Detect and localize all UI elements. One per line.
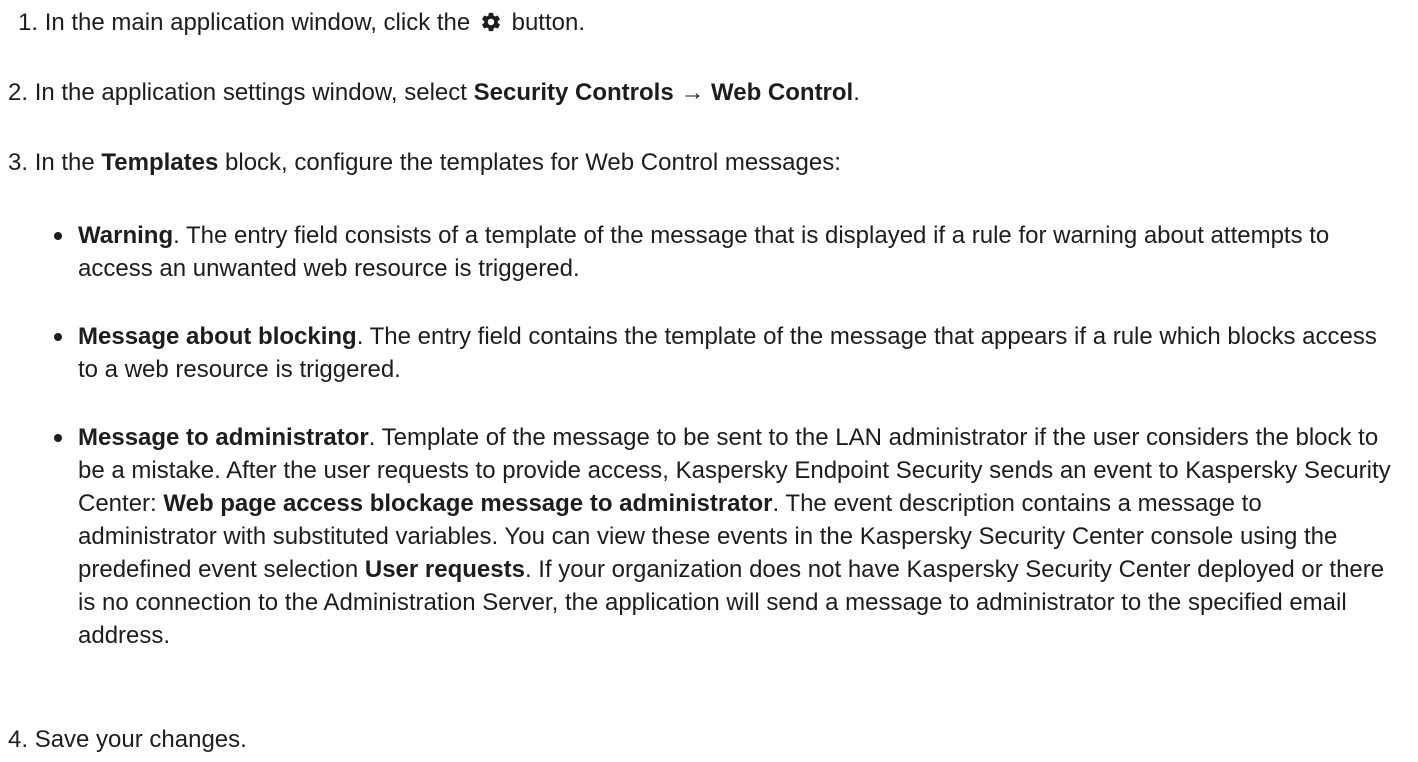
step-text: Save your changes.: [34, 726, 247, 753]
step-4: 4. Save your changes.: [8, 723, 247, 756]
step-text-after: .: [853, 79, 860, 106]
templates-block-name: Templates: [101, 149, 219, 176]
event-selection-name: User requests: [364, 556, 525, 583]
list-item-term: Message to administrator: [78, 424, 369, 451]
bullet-icon: [54, 333, 62, 341]
menu-path-web-control: Web Control: [711, 79, 854, 106]
bullet-icon: [54, 434, 62, 442]
list-item-message-to-administrator: Message to administrator. Template of th…: [54, 421, 1398, 652]
step-number: 3.: [8, 149, 29, 176]
instructions-document: 1. In the main application window, click…: [0, 0, 1418, 762]
step-text-after: block, configure the templates for Web C…: [225, 149, 841, 176]
arrow-separator: →: [680, 79, 705, 106]
step-3: 3. In the Templates block, configure the…: [8, 146, 841, 179]
step-number: 4.: [8, 726, 29, 753]
list-item-warning: Warning. The entry field consists of a t…: [54, 219, 1398, 285]
step-text-after: button.: [511, 9, 586, 36]
step-number: 2.: [8, 79, 29, 106]
step-1: 1. In the main application window, click…: [18, 6, 585, 39]
list-item-message-about-blocking: Message about blocking. The entry field …: [54, 320, 1398, 386]
event-name: Web page access blockage message to admi…: [163, 490, 773, 517]
list-item-term: Warning: [78, 222, 174, 249]
list-item-text: . The entry field consists of a template…: [78, 222, 1330, 282]
list-item-term: Message about blocking: [78, 323, 357, 350]
step-number: 1.: [18, 9, 39, 36]
step-text: In the: [34, 149, 95, 176]
bullet-icon: [54, 232, 62, 240]
menu-path-security-controls: Security Controls: [473, 79, 674, 106]
gear-icon: [480, 9, 502, 32]
step-text: In the application settings window, sele…: [34, 79, 467, 106]
step-2: 2. In the application settings window, s…: [8, 76, 860, 109]
step-text: In the main application window, click th…: [44, 9, 471, 36]
